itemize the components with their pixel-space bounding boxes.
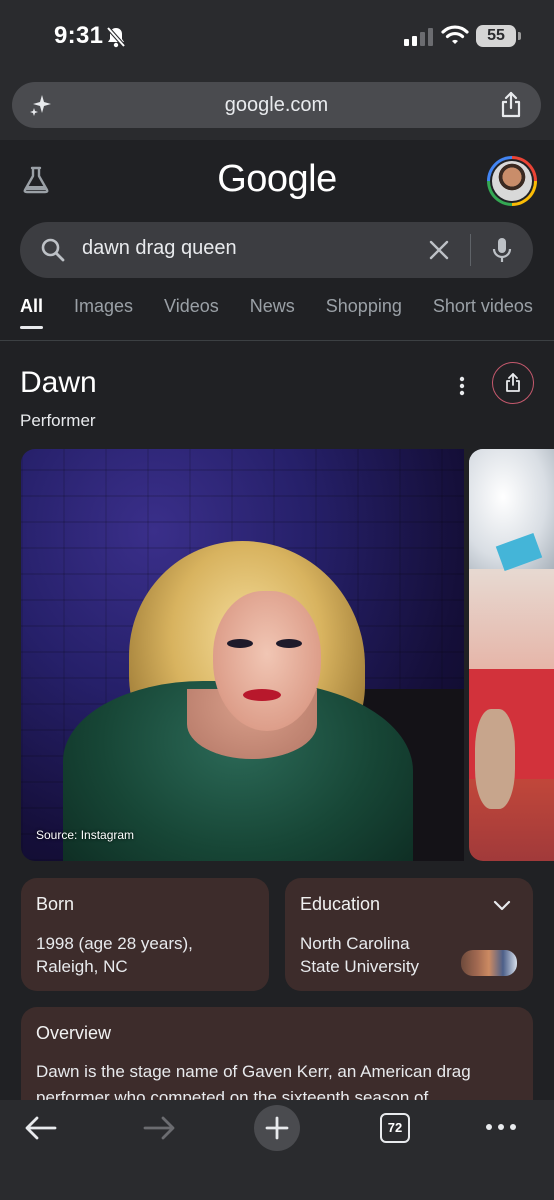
kp-title: Dawn <box>20 366 97 399</box>
plus-icon <box>265 1116 289 1140</box>
search-tabs: All Images Videos News Shopping Short vi… <box>20 296 554 329</box>
avatar-image <box>492 161 532 201</box>
status-bar: 9:31 55 <box>0 0 554 78</box>
chevron-down-icon[interactable] <box>493 900 511 912</box>
status-time: 9:31 <box>54 22 104 49</box>
tab-switcher-icon[interactable]: 72 <box>380 1113 410 1143</box>
tabs-divider <box>0 340 554 341</box>
tab-shopping[interactable]: Shopping <box>326 296 402 329</box>
google-logo[interactable]: Google <box>0 158 554 201</box>
url-bar[interactable]: google.com <box>12 82 541 128</box>
mic-icon[interactable] <box>491 236 513 264</box>
search-divider <box>470 234 471 266</box>
search-icon <box>41 238 65 262</box>
tab-all[interactable]: All <box>20 296 44 329</box>
wifi-icon <box>441 25 469 44</box>
education-card[interactable]: Education North Carolina State Universit… <box>285 878 533 991</box>
kp-main-image[interactable] <box>21 449 464 861</box>
battery-indicator: 55 <box>476 25 516 47</box>
search-box[interactable]: dawn drag queen <box>20 222 533 278</box>
born-value: 1998 (age 28 years), Raleigh, NC <box>36 934 193 976</box>
tab-images[interactable]: Images <box>74 296 133 329</box>
tab-videos[interactable]: Videos <box>164 296 219 329</box>
avatar[interactable] <box>487 156 537 206</box>
tab-short-videos[interactable]: Short videos <box>433 296 533 329</box>
search-input[interactable]: dawn drag queen <box>82 237 237 260</box>
education-thumbnail <box>461 950 517 976</box>
tab-news[interactable]: News <box>250 296 295 329</box>
overview-label: Overview <box>36 1023 112 1043</box>
clear-icon[interactable] <box>428 239 450 261</box>
born-card[interactable]: Born 1998 (age 28 years), Raleigh, NC <box>21 878 269 991</box>
kp-subtitle: Performer <box>20 411 96 430</box>
kp-second-image[interactable] <box>469 449 554 861</box>
education-label: Education <box>300 894 381 914</box>
new-tab-button[interactable] <box>254 1105 300 1151</box>
browser-toolbar: google.com <box>0 78 554 140</box>
back-arrow-icon[interactable] <box>24 1114 58 1142</box>
more-horiz-icon[interactable] <box>486 1124 516 1130</box>
image-source-caption: Source: Instagram <box>36 828 135 842</box>
signal-icon <box>404 28 433 46</box>
bottom-toolbar: 72 <box>0 1100 554 1200</box>
bell-off-icon <box>106 26 126 48</box>
kp-share-button[interactable] <box>492 362 534 404</box>
forward-arrow-icon[interactable] <box>142 1114 176 1142</box>
more-vert-icon[interactable] <box>455 375 469 397</box>
url-text[interactable]: google.com <box>12 94 541 117</box>
education-value: North Carolina State University <box>300 934 420 976</box>
born-label: Born <box>36 894 75 914</box>
battery-tip <box>518 32 521 40</box>
share-icon <box>506 373 520 392</box>
share-icon[interactable] <box>499 91 523 119</box>
